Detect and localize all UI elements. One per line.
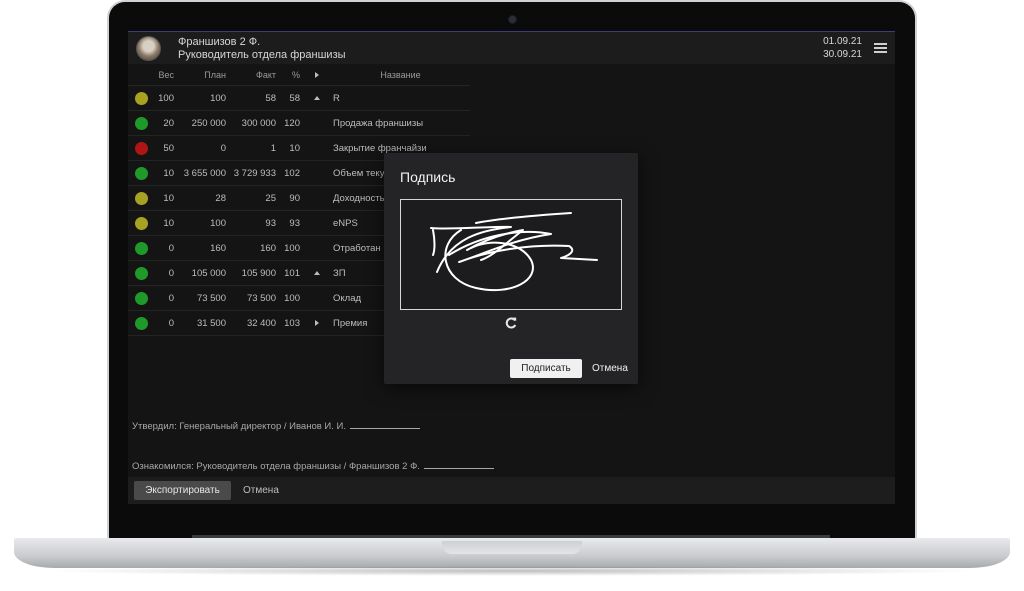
signature-drawing: [430, 212, 598, 292]
sign-button[interactable]: Подписать: [510, 359, 582, 378]
name-cell: Продажа франшизы: [333, 117, 424, 129]
fact-cell: 25: [265, 192, 276, 204]
fact-cell: 160: [260, 242, 276, 254]
weight-cell: 10: [163, 167, 174, 179]
weight-cell: 50: [163, 142, 174, 154]
app-screen: Франшизов 2 Ф. Руководитель отдела франш…: [128, 31, 895, 504]
weight-cell: 100: [158, 92, 174, 104]
table-row[interactable]: 100 100 58 58 R: [128, 86, 470, 111]
weight-cell: 10: [163, 217, 174, 229]
plan-cell: 28: [215, 192, 226, 204]
percent-cell: 103: [284, 317, 300, 329]
percent-cell: 100: [284, 292, 300, 304]
arrow-placeholder: [311, 186, 323, 210]
weight-cell: 0: [168, 292, 174, 304]
column-header-fact: Факт: [255, 69, 276, 80]
table-row[interactable]: 20 250 000 300 000 120 Продажа франшизы: [128, 111, 470, 136]
arrow-placeholder: [311, 211, 323, 235]
app-header: Франшизов 2 Ф. Руководитель отдела франш…: [128, 31, 895, 64]
date-to[interactable]: 30.09.21: [823, 49, 862, 60]
bottom-action-bar: Экспортировать Отмена: [128, 477, 895, 504]
approved-signature-line: [350, 420, 421, 429]
plan-cell: 73 500: [196, 292, 226, 304]
column-header-plan: План: [204, 69, 226, 80]
weight-cell: 20: [163, 117, 174, 129]
plan-cell: 105 000: [191, 267, 226, 279]
arrow-placeholder: [311, 161, 323, 185]
arrow-placeholder: [311, 136, 323, 160]
fact-cell: 300 000: [241, 117, 276, 129]
percent-cell: 58: [289, 92, 300, 104]
acquainted-signature-line: [423, 460, 494, 469]
camera: [509, 16, 516, 23]
dialog-title: Подпись: [400, 169, 456, 185]
percent-cell: 100: [284, 242, 300, 254]
plan-cell: 250 000: [191, 117, 226, 129]
fact-cell: 105 900: [241, 267, 276, 279]
percent-cell: 101: [284, 267, 300, 279]
expand-all-icon[interactable]: [311, 64, 323, 85]
plan-cell: 0: [220, 142, 226, 154]
dialog-cancel-button[interactable]: Отмена: [592, 363, 628, 374]
percent-cell: 102: [284, 167, 300, 179]
hamburger-menu-icon[interactable]: [874, 43, 887, 53]
percent-cell: 90: [289, 192, 300, 204]
export-button[interactable]: Экспортировать: [134, 481, 231, 500]
arrow-placeholder: [311, 111, 323, 135]
weight-cell: 0: [168, 267, 174, 279]
acquainted-text: Ознакомился: Руководитель отдела франшиз…: [132, 461, 420, 472]
percent-cell: 120: [284, 117, 300, 129]
plan-cell: 100: [210, 92, 226, 104]
column-header-weight: Вес: [158, 69, 174, 80]
signature-dialog: Подпись Подписать Отмена: [384, 153, 638, 384]
arrow-placeholder: [311, 286, 323, 310]
percent-cell: 93: [289, 217, 300, 229]
arrow-placeholder: [311, 236, 323, 260]
laptop-notch: [442, 541, 582, 554]
table-header-row: Вес План Факт % Название: [128, 64, 470, 86]
approved-line: Утвердил: Генеральный директор / Иванов …: [132, 420, 421, 432]
laptop-shadow: [40, 566, 984, 576]
weight-cell: 0: [168, 317, 174, 329]
user-name: Франшизов 2 Ф.: [178, 36, 261, 48]
fact-cell: 73 500: [246, 292, 276, 304]
plan-cell: 31 500: [196, 317, 226, 329]
user-role: Руководитель отдела франшизы: [178, 49, 346, 61]
cancel-button[interactable]: Отмена: [243, 485, 279, 496]
approved-text: Утвердил: Генеральный директор / Иванов …: [132, 421, 347, 432]
acquainted-line: Ознакомился: Руководитель отдела франшиз…: [132, 460, 494, 472]
name-cell: R: [333, 92, 340, 104]
weight-cell: 0: [168, 242, 174, 254]
fact-cell: 3 729 933: [233, 167, 276, 179]
plan-cell: 160: [210, 242, 226, 254]
signature-canvas[interactable]: [400, 199, 622, 310]
fact-cell: 1: [270, 142, 276, 154]
column-header-name: Название: [380, 69, 421, 80]
date-from[interactable]: 01.09.21: [823, 36, 862, 47]
fact-cell: 32 400: [246, 317, 276, 329]
column-header-percent: %: [291, 69, 300, 80]
expand-arrow-icon[interactable]: [311, 311, 323, 335]
fact-cell: 58: [265, 92, 276, 104]
fact-cell: 93: [265, 217, 276, 229]
refresh-icon[interactable]: [504, 316, 518, 330]
collapse-arrow-icon[interactable]: [311, 261, 323, 285]
plan-cell: 3 655 000: [183, 167, 226, 179]
weight-cell: 10: [163, 192, 174, 204]
collapse-arrow-icon[interactable]: [311, 86, 323, 110]
plan-cell: 100: [210, 217, 226, 229]
percent-cell: 10: [289, 142, 300, 154]
avatar[interactable]: [136, 36, 161, 61]
